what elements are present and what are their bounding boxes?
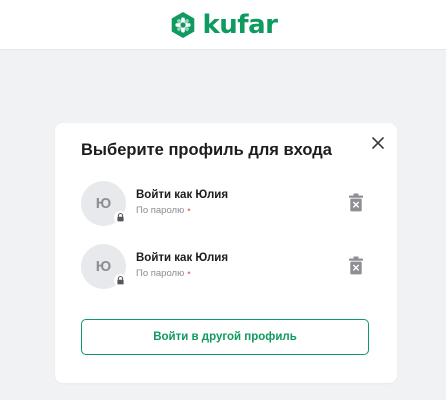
delete-profile-icon [349,193,363,211]
close-icon [372,137,384,149]
profile-method-text: По паролю [136,268,185,279]
avatar-initial: Ю [95,195,112,212]
lock-icon [114,274,127,287]
profile-method-marker: • [187,268,191,279]
profile-login-method: По паролю • [136,268,191,279]
delete-profile-icon [349,256,363,274]
profile-item[interactable]: Ю Войти как Юлия По паролю • [81,244,381,292]
dialog-title: Выберите профиль для входа [81,141,332,159]
profile-login-label: Войти как Юлия [136,189,229,201]
close-button[interactable] [367,132,389,154]
profile-method-text: По паролю [136,205,185,216]
kufar-logo[interactable]: kufar [169,11,278,39]
login-other-profile-button[interactable]: Войти в другой профиль [81,319,369,355]
delete-profile-button[interactable] [347,191,365,213]
profile-select-dialog: Выберите профиль для входа Ю Войти как Ю… [55,123,397,383]
avatar-initial: Ю [95,258,112,275]
kufar-hexagon-logo-icon [171,11,194,38]
profile-method-marker: • [187,205,191,216]
profile-login-method: По паролю • [136,205,191,216]
delete-profile-button[interactable] [347,254,365,276]
brand-name: kufar [202,9,278,40]
site-header: kufar [0,0,446,50]
profile-item[interactable]: Ю Войти как Юлия По паролю • [81,181,381,229]
profile-login-label: Войти как Юлия [136,252,229,264]
lock-icon [114,211,127,224]
